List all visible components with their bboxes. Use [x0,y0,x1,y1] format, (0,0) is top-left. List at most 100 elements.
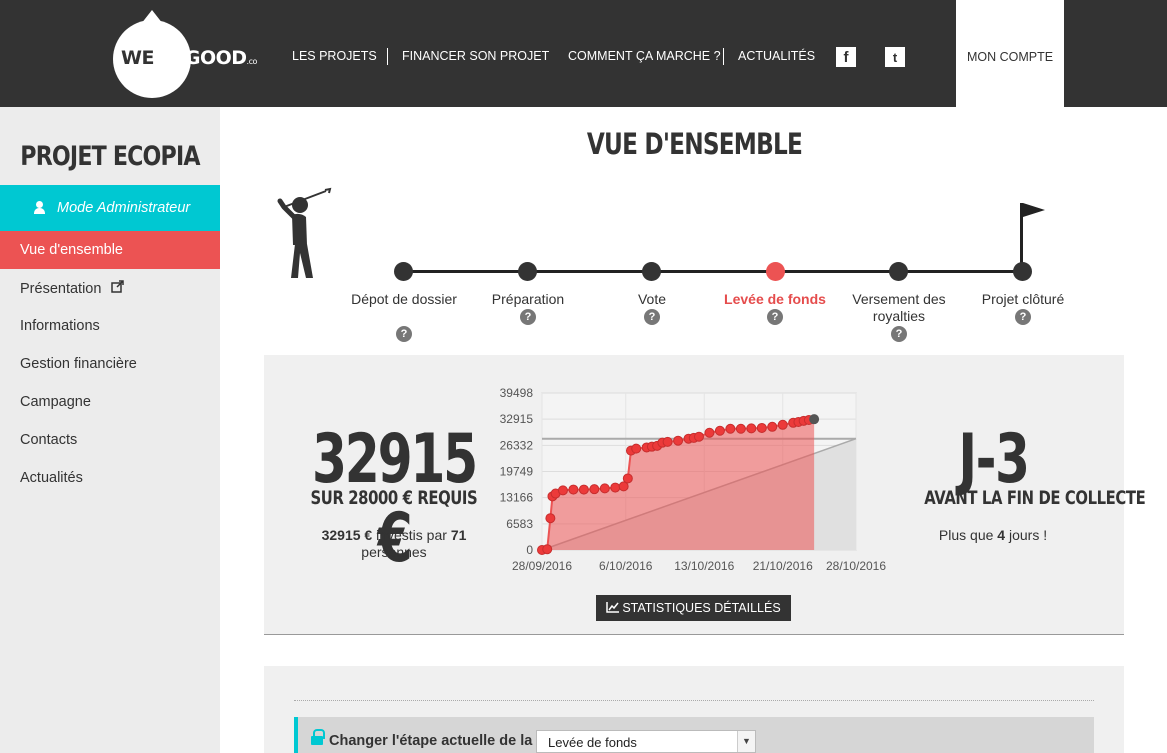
step-dot-preparation [518,262,537,281]
investors-summary: 32915 € investis par 71 personnes [294,527,494,561]
data-point [631,443,642,454]
y-tick-label: 13166 [500,491,534,505]
data-point [767,421,778,432]
wedogood-logo[interactable]: WEDOGOOD.co [113,6,273,98]
data-point [746,423,757,434]
nav-divider [723,48,724,65]
y-tick-label: 39498 [500,386,534,400]
change-step-label: Changer l'étape actuelle de la [329,733,533,749]
help-icon[interactable]: ? [891,326,907,342]
help-icon[interactable]: ? [396,326,412,342]
data-point [756,422,767,433]
data-point [809,414,820,425]
lock-icon [311,729,325,745]
step-label-cloture: Projet clôturé [981,291,1065,307]
countdown-label-text: AVANT LA FIN DE COLLECTE [924,487,1146,509]
x-tick-label: 28/10/2016 [826,559,886,573]
sidebar-item-informations[interactable]: Informations [0,307,220,345]
x-tick-label: 28/09/2016 [512,559,572,573]
step-label-depot: Dépot de dossier [351,291,457,307]
facebook-icon[interactable]: f [836,47,856,67]
step-label-levee-de-fonds: Levée de fonds [724,291,826,307]
admin-mode-label: Mode Administrateur [57,200,191,216]
golfer-icon [277,187,332,278]
y-tick-label: 26332 [500,438,534,452]
chart-line-icon [606,602,620,613]
logo-do: DO [153,47,185,69]
sidebar-item-campagne[interactable]: Campagne [0,383,220,421]
nav-financer-son-projet[interactable]: FINANCER SON PROJET [402,49,549,63]
admin-mode-button[interactable]: Mode Administrateur [0,185,220,231]
external-link-icon [111,269,125,307]
data-point [694,431,704,442]
data-point [714,425,725,436]
x-tick-label: 21/10/2016 [753,559,813,573]
step-dot-vote [642,262,661,281]
data-point [777,419,788,430]
data-point [557,485,568,496]
y-tick-label: 6583 [506,517,533,531]
logo-we: WE [121,47,154,69]
x-tick-label: 6/10/2016 [599,559,653,573]
step-label-versement: Versement des royalties [852,291,946,324]
step-label-vote: Vote [637,291,667,307]
data-point [704,427,715,438]
data-point [568,484,579,495]
logo-text: WEDOGOOD.co [121,47,257,69]
goal-label-text: SUR 28000 € REQUIS [310,487,478,509]
invested-text: investis par [376,527,447,543]
fundraising-chart: 0 6583 13166 19749 26332 32915 39498 28/09/201… [500,386,887,573]
chevron-down-icon: ▼ [737,731,755,752]
timeline-line [404,270,1024,273]
help-icon[interactable]: ? [1015,309,1031,325]
detailed-stats-button[interactable]: STATISTIQUES DÉTAILLÉS [596,595,791,621]
page-title: VUE D'ENSEMBLE [221,127,1167,161]
nav-divider [387,48,388,65]
help-icon[interactable]: ? [644,309,660,325]
days-remaining: Plus que 4 jours ! [893,527,1093,544]
project-title: PROJET ECOPIA [20,141,200,172]
logo-good: GOOD [184,47,247,69]
step-dot-depot [394,262,413,281]
data-point [622,473,633,484]
data-point [735,423,746,434]
sidebar: PROJET ECOPIA Mode Administrateur Vue d'… [0,107,220,753]
data-point [610,482,621,493]
data-point [599,483,610,494]
help-icon[interactable]: ? [520,309,536,325]
countdown-label: AVANT LA FIN DE COLLECTE [893,487,1146,509]
sidebar-item-gestion-financiere[interactable]: Gestion financière [0,345,220,383]
nav-les-projets[interactable]: LES PROJETS [292,49,377,63]
invested-amount: 32915 € [321,527,373,543]
step-select[interactable]: Levée de fonds ▼ [536,730,756,753]
y-tick-label: 32915 [500,412,534,426]
data-point [545,513,556,524]
data-point [542,544,553,555]
data-point [673,435,684,446]
sidebar-item-label: Présentation [20,281,102,297]
help-icon[interactable]: ? [767,309,783,325]
data-point [725,423,736,434]
step-select-value: Levée de fonds [548,735,637,750]
step-dot-cloture [1013,262,1032,281]
y-tick-label: 0 [526,543,533,557]
investors-unit: personnes [361,544,427,560]
mon-compte-button[interactable]: MON COMPTE [956,0,1064,107]
days-suffix: jours ! [1008,527,1048,543]
user-icon [34,201,45,214]
flag-icon [1023,203,1045,217]
dotted-divider [294,700,1094,701]
sidebar-item-actualites[interactable]: Actualités [0,459,220,497]
data-point [589,484,600,495]
twitter-icon[interactable]: t [885,47,905,67]
step-label-preparation: Préparation [491,291,565,307]
detailed-stats-label: STATISTIQUES DÉTAILLÉS [622,601,781,615]
sidebar-item-contacts[interactable]: Contacts [0,421,220,459]
nav-actualites[interactable]: ACTUALITÉS [738,49,815,63]
data-point [662,436,673,447]
sidebar-item-vue-ensemble[interactable]: Vue d'ensemble [0,231,220,269]
step-dot-versement [889,262,908,281]
y-tick-label: 19749 [500,465,534,479]
sidebar-item-presentation[interactable]: Présentation [0,269,220,307]
nav-comment-ca-marche[interactable]: COMMENT ÇA MARCHE ? [568,49,721,63]
